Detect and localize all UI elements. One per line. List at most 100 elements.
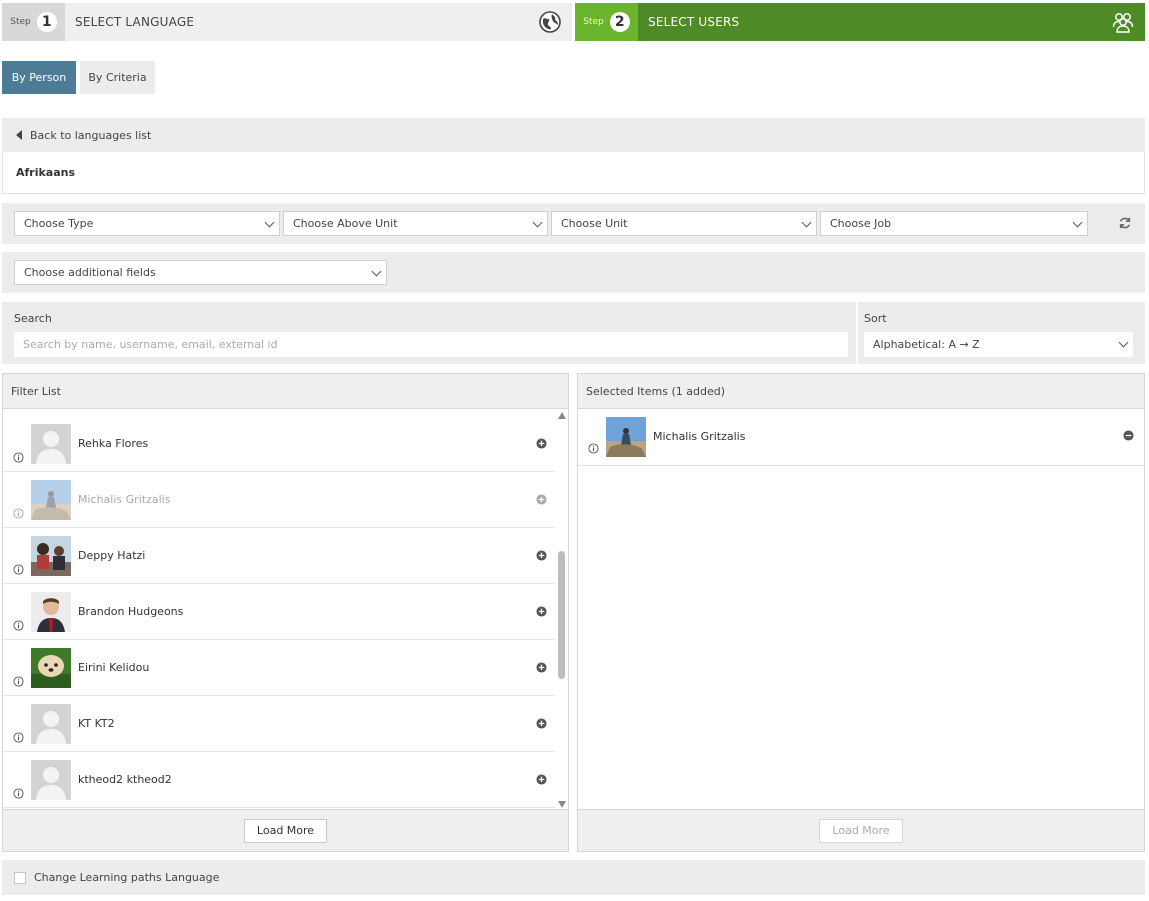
globe-icon	[539, 11, 561, 33]
avatar	[31, 704, 71, 744]
user-name: Brandon Hudgeons	[78, 605, 184, 618]
user-name: ktheod2 ktheod2	[78, 773, 172, 786]
scroll-up-arrow-icon[interactable]	[558, 412, 566, 419]
avatar	[31, 424, 71, 464]
scrollbar[interactable]	[556, 410, 568, 808]
filter-bar: Choose Type Choose Above Unit Choose Uni…	[2, 203, 1145, 244]
sort-label: Sort	[864, 312, 887, 325]
list-item[interactable]: KT KT2	[3, 695, 555, 752]
avatar	[31, 760, 71, 800]
select-value: Choose Type	[24, 217, 94, 230]
avatar	[31, 480, 71, 520]
info-icon[interactable]	[13, 564, 24, 575]
chevron-down-icon	[532, 217, 543, 228]
list-item[interactable]: Brandon Hudgeons	[3, 583, 555, 640]
selected-items-list: Michalis Gritzalis	[578, 409, 1144, 466]
filter-list-panel: Filter List Rehka Flores Michalis Gritzal…	[2, 373, 569, 852]
step-select-language[interactable]: Step 1 SELECT LANGUAGE	[2, 3, 572, 41]
change-learning-paths-option[interactable]: Change Learning paths Language	[2, 860, 1145, 895]
change-learning-paths-checkbox[interactable]	[14, 871, 26, 884]
info-icon[interactable]	[13, 620, 24, 631]
user-name: Eirini Kelidou	[78, 661, 150, 674]
select-value: Alphabetical: A → Z	[873, 338, 980, 351]
search-label: Search	[14, 312, 52, 325]
step-number: 2	[609, 12, 630, 32]
chevron-down-icon	[264, 217, 275, 228]
info-icon[interactable]	[588, 443, 599, 454]
additional-fields-bar: Choose additional fields	[2, 252, 1145, 293]
remove-icon[interactable]	[1123, 430, 1134, 441]
user-name: Michalis Gritzalis	[653, 430, 746, 443]
user-name: Deppy Hatzi	[78, 549, 146, 562]
tab-by-criteria[interactable]: By Criteria	[80, 61, 155, 94]
choose-additional-fields-select[interactable]: Choose additional fields	[14, 260, 387, 285]
users-icon	[1112, 13, 1134, 33]
add-icon[interactable]	[536, 606, 547, 617]
filter-list-title: Filter List	[3, 374, 568, 409]
search-bar: Search Sort Alphabetical: A → Z	[2, 302, 1145, 364]
back-to-languages-link[interactable]: Back to languages list	[2, 118, 1145, 152]
step-word: Step	[10, 17, 31, 27]
info-icon[interactable]	[13, 732, 24, 743]
add-icon[interactable]	[536, 718, 547, 729]
choose-job-select[interactable]: Choose Job	[820, 211, 1088, 236]
list-item[interactable]: ktheod2 ktheod2	[3, 751, 555, 808]
change-learning-paths-label: Change Learning paths Language	[34, 871, 220, 884]
step-number: 1	[36, 12, 57, 32]
user-name: Rehka Flores	[78, 437, 149, 450]
filter-list-items[interactable]: Rehka Flores Michalis Gritzalis Deppy Hatz…	[3, 416, 555, 808]
avatar	[606, 417, 646, 457]
refresh-icon[interactable]	[1118, 216, 1132, 230]
search-input[interactable]	[14, 332, 848, 357]
select-value: Choose Above Unit	[293, 217, 398, 230]
chevron-down-icon	[1118, 337, 1129, 348]
selected-items-footer: Load More	[578, 809, 1144, 851]
user-name: Michalis Gritzalis	[78, 493, 171, 506]
step-select-users[interactable]: Step 2 SELECT USERS	[575, 3, 1145, 41]
list-item[interactable]: Rehka Flores	[3, 416, 555, 472]
step-2-number-box: Step 2	[575, 3, 638, 41]
user-name: KT KT2	[78, 717, 115, 730]
chevron-down-icon	[801, 217, 812, 228]
step-title: SELECT LANGUAGE	[75, 15, 195, 29]
add-icon[interactable]	[536, 550, 547, 561]
step-1-number-box: Step 1	[2, 3, 65, 41]
avatar	[31, 648, 71, 688]
scroll-down-arrow-icon[interactable]	[558, 801, 566, 808]
avatar	[31, 592, 71, 632]
filter-list-footer: Load More	[3, 809, 568, 851]
list-item[interactable]: Michalis Gritzalis	[3, 471, 555, 528]
list-item[interactable]: Eirini Kelidou	[3, 639, 555, 696]
info-icon[interactable]	[13, 676, 24, 687]
scroll-thumb[interactable]	[558, 551, 565, 679]
select-value: Choose Job	[830, 217, 892, 230]
chevron-down-icon	[1072, 217, 1083, 228]
choose-type-select[interactable]: Choose Type	[14, 211, 280, 236]
selected-items-panel: Selected Items (1 added) Michalis Gritza…	[577, 373, 1145, 852]
tab-by-person[interactable]: By Person	[2, 61, 76, 94]
select-value: Choose Unit	[561, 217, 628, 230]
list-item[interactable]: Michalis Gritzalis	[578, 409, 1144, 466]
add-icon[interactable]	[536, 494, 547, 505]
load-more-button[interactable]: Load More	[243, 818, 328, 843]
selected-language: Afrikaans	[2, 152, 1145, 194]
choose-unit-select[interactable]: Choose Unit	[551, 211, 817, 236]
select-value: Choose additional fields	[24, 266, 156, 279]
add-icon[interactable]	[536, 438, 547, 449]
choose-above-unit-select[interactable]: Choose Above Unit	[283, 211, 548, 236]
caret-left-icon	[16, 130, 22, 140]
load-more-button-disabled[interactable]: Load More	[819, 818, 903, 843]
info-icon[interactable]	[13, 452, 24, 463]
avatar	[31, 536, 71, 576]
chevron-down-icon	[371, 266, 382, 277]
add-icon[interactable]	[536, 662, 547, 673]
list-item[interactable]: Deppy Hatzi	[3, 527, 555, 584]
step-title: SELECT USERS	[648, 15, 740, 29]
selected-items-title: Selected Items (1 added)	[578, 374, 1144, 409]
add-icon[interactable]	[536, 774, 547, 785]
divider	[856, 302, 858, 364]
sort-select[interactable]: Alphabetical: A → Z	[864, 332, 1133, 357]
info-icon[interactable]	[13, 788, 24, 799]
info-icon[interactable]	[13, 508, 24, 519]
back-link-label: Back to languages list	[30, 128, 152, 142]
